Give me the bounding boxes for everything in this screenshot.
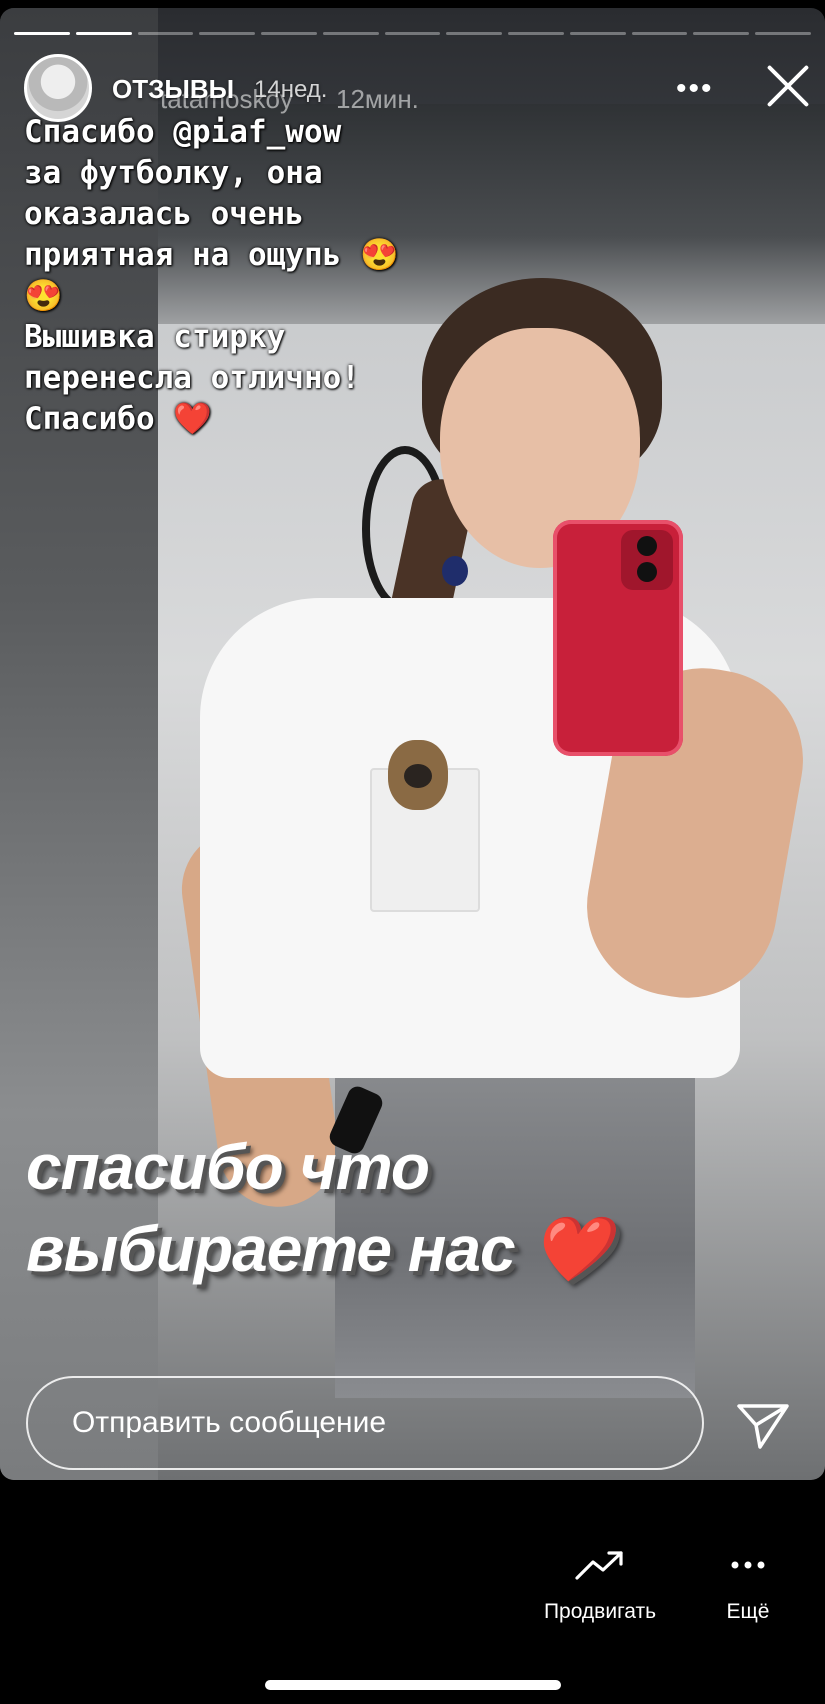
progress-segment — [631, 32, 688, 35]
pug-embroidery-image — [388, 740, 448, 810]
progress-segment — [446, 32, 503, 35]
caption-line: перенесла отлично! — [24, 360, 360, 396]
caption-line: 😍 — [24, 278, 63, 314]
overlay-text-line2: выбираете нас ❤️ — [26, 1213, 611, 1285]
progress-segment — [384, 32, 441, 35]
more-dots-icon[interactable]: ••• — [676, 72, 714, 106]
close-icon[interactable] — [762, 60, 814, 112]
photo-scrunchie — [442, 556, 468, 586]
caption-line: Спасибо @piaf_wow — [24, 114, 342, 150]
overlay-text: спасибо что выбираете нас ❤️ — [26, 1126, 611, 1290]
progress-segment — [569, 32, 626, 35]
progress-segment — [322, 32, 379, 35]
progress-segment — [137, 32, 194, 35]
progress-segment — [75, 32, 132, 35]
story-caption: Спасибо @piaf_wow за футболку, она оказа… — [24, 112, 434, 440]
caption-line: приятная на ощупь 😍 — [24, 237, 399, 273]
post-time: 14нед. — [254, 76, 328, 103]
story-progress-bar — [14, 32, 811, 36]
progress-segment — [755, 32, 811, 35]
trending-up-icon — [575, 1551, 623, 1580]
paper-plane-icon[interactable] — [736, 1398, 790, 1450]
more-dots-icon — [731, 1561, 765, 1569]
more-button[interactable]: Ещё — [708, 1540, 788, 1624]
story-viewer[interactable]: tatamoskoy 12мин. ОТЗЫВЫ 14нед. ••• Спас… — [0, 8, 825, 1480]
original-post-time: 12мин. — [336, 84, 419, 114]
progress-segment — [508, 32, 564, 35]
overlay-text-line1: спасибо что — [26, 1131, 430, 1203]
home-indicator[interactable] — [265, 1680, 561, 1690]
account-name[interactable]: ОТЗЫВЫ — [112, 74, 234, 105]
caption-line: оказалась очень — [24, 196, 304, 232]
bottom-action-bar: Продвигать Ещё — [0, 1540, 825, 1630]
progress-segment — [693, 32, 750, 35]
promote-button[interactable]: Продвигать — [532, 1540, 668, 1624]
caption-line: Спасибо ❤️ — [24, 401, 212, 437]
progress-segment — [261, 32, 317, 35]
red-phone-image — [553, 520, 683, 756]
reply-input[interactable]: Отправить сообщение — [26, 1376, 704, 1470]
phone-camera — [621, 530, 673, 590]
caption-line: за футболку, она — [24, 155, 323, 191]
promote-label: Продвигать — [543, 1600, 657, 1623]
progress-segment — [199, 32, 256, 35]
progress-segment — [14, 32, 70, 35]
caption-line: Вышивка стирку — [24, 319, 286, 355]
reply-placeholder: Отправить сообщение — [72, 1406, 387, 1439]
more-label: Ещё — [726, 1600, 770, 1623]
